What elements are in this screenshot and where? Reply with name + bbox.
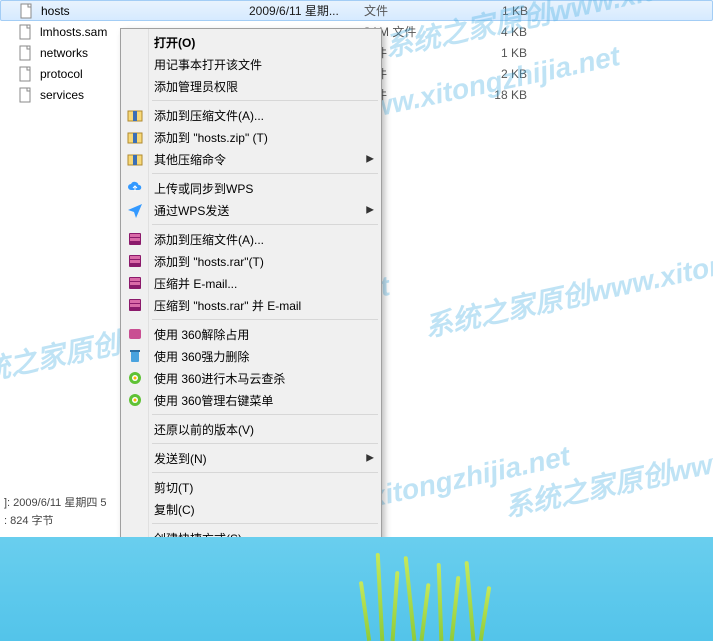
menu-rar-hosts[interactable]: 添加到 "hosts.rar"(T) xyxy=(122,250,380,272)
watermark-text: 系统之家原创www.xitongzhijia.net xyxy=(501,394,713,525)
menu-open[interactable]: 打开(O) xyxy=(122,31,380,53)
file-icon xyxy=(18,24,34,40)
menu-label: 通过WPS发送 xyxy=(154,202,229,219)
q360-shield-icon xyxy=(127,370,143,386)
menu-label: 压缩到 "hosts.rar" 并 E-mail xyxy=(154,297,301,314)
grass-decoration xyxy=(353,549,513,641)
menu-label: 打开(O) xyxy=(154,34,195,51)
menu-wps-send[interactable]: 通过WPS发送 ▶ xyxy=(122,199,380,221)
file-size: 2 KB xyxy=(447,67,527,81)
q360-delete-icon xyxy=(127,348,143,364)
q360-unlock-icon xyxy=(127,326,143,342)
file-date: 2009/6/11 星期... xyxy=(249,2,364,19)
menu-zip-other[interactable]: 其他压缩命令 ▶ xyxy=(122,148,380,170)
menu-rar-hosts-email[interactable]: 压缩到 "hosts.rar" 并 E-mail xyxy=(122,294,380,316)
file-size: 4 KB xyxy=(447,25,527,39)
menu-separator xyxy=(152,173,378,174)
menu-restore[interactable]: 还原以前的版本(V) xyxy=(122,418,380,440)
menu-cut[interactable]: 剪切(T) xyxy=(122,476,380,498)
menu-360-scan[interactable]: 使用 360进行木马云查杀 xyxy=(122,367,380,389)
status-bar: ]: 2009/6/11 星期四 5 : 824 字节 xyxy=(0,493,120,529)
rar-icon xyxy=(127,253,143,269)
menu-label: 其他压缩命令 xyxy=(154,151,226,168)
file-size: 1 KB xyxy=(448,4,528,18)
file-name: services xyxy=(40,88,84,102)
menu-label: 上传或同步到WPS xyxy=(154,180,253,197)
menu-notepad[interactable]: 用记事本打开该文件 xyxy=(122,53,380,75)
menu-label: 添加管理员权限 xyxy=(154,78,238,95)
cloud-upload-icon xyxy=(127,180,143,196)
menu-label: 复制(C) xyxy=(154,501,195,518)
file-name: protocol xyxy=(40,67,83,81)
desktop-background xyxy=(0,537,713,641)
status-size: : 824 字节 xyxy=(0,511,120,529)
watermark-text: 系统之家原创www.xitongzhijia.net xyxy=(421,214,713,345)
menu-admin[interactable]: 添加管理员权限 xyxy=(122,75,380,97)
rar-icon xyxy=(127,275,143,291)
menu-label: 压缩并 E-mail... xyxy=(154,275,237,292)
menu-rar-a[interactable]: 添加到压缩文件(A)... xyxy=(122,228,380,250)
submenu-arrow-icon: ▶ xyxy=(366,205,374,216)
status-date: ]: 2009/6/11 星期四 5 xyxy=(0,493,120,511)
menu-label: 使用 360解除占用 xyxy=(154,326,249,343)
rar-icon xyxy=(127,297,143,313)
menu-separator xyxy=(152,523,378,524)
zip-icon xyxy=(127,107,143,123)
menu-zip-a[interactable]: 添加到压缩文件(A)... xyxy=(122,104,380,126)
file-name: hosts xyxy=(41,4,70,18)
menu-label: 使用 360进行木马云查杀 xyxy=(154,370,285,387)
file-icon xyxy=(18,66,34,82)
menu-label: 用记事本打开该文件 xyxy=(154,56,262,73)
menu-separator xyxy=(152,414,378,415)
file-icon xyxy=(18,45,34,61)
file-icon xyxy=(18,87,34,103)
menu-separator xyxy=(152,100,378,101)
menu-rar-email[interactable]: 压缩并 E-mail... xyxy=(122,272,380,294)
menu-separator xyxy=(152,443,378,444)
submenu-arrow-icon: ▶ xyxy=(366,154,374,165)
context-menu: 打开(O) 用记事本打开该文件 添加管理员权限 添加到压缩文件(A)... 添加… xyxy=(120,28,382,625)
menu-label: 使用 360强力删除 xyxy=(154,348,249,365)
file-icon xyxy=(19,3,35,19)
file-row-hosts[interactable]: hosts 2009/6/11 星期... 文件 1 KB xyxy=(0,0,713,21)
zip-icon xyxy=(127,151,143,167)
menu-label: 还原以前的版本(V) xyxy=(154,421,254,438)
file-type: 文件 xyxy=(364,2,448,19)
zip-icon xyxy=(127,129,143,145)
q360-shield-icon xyxy=(127,392,143,408)
menu-label: 剪切(T) xyxy=(154,479,193,496)
menu-copy[interactable]: 复制(C) xyxy=(122,498,380,520)
menu-separator xyxy=(152,319,378,320)
menu-label: 添加到压缩文件(A)... xyxy=(154,107,264,124)
file-name: networks xyxy=(40,46,88,60)
menu-360-delete[interactable]: 使用 360强力删除 xyxy=(122,345,380,367)
menu-label: 添加到 "hosts.zip" (T) xyxy=(154,129,268,146)
menu-label: 添加到压缩文件(A)... xyxy=(154,231,264,248)
menu-360-unlock[interactable]: 使用 360解除占用 xyxy=(122,323,380,345)
send-icon xyxy=(127,202,143,218)
submenu-arrow-icon: ▶ xyxy=(366,453,374,464)
menu-label: 发送到(N) xyxy=(154,450,207,467)
menu-label: 使用 360管理右键菜单 xyxy=(154,392,273,409)
menu-wps-upload[interactable]: 上传或同步到WPS xyxy=(122,177,380,199)
menu-separator xyxy=(152,472,378,473)
file-size: 1 KB xyxy=(447,46,527,60)
menu-separator xyxy=(152,224,378,225)
rar-icon xyxy=(127,231,143,247)
menu-sendto[interactable]: 发送到(N) ▶ xyxy=(122,447,380,469)
menu-zip-hosts[interactable]: 添加到 "hosts.zip" (T) xyxy=(122,126,380,148)
menu-360-menu[interactable]: 使用 360管理右键菜单 xyxy=(122,389,380,411)
file-size: 18 KB xyxy=(447,88,527,102)
menu-label: 添加到 "hosts.rar"(T) xyxy=(154,253,264,270)
file-name: lmhosts.sam xyxy=(40,25,107,39)
